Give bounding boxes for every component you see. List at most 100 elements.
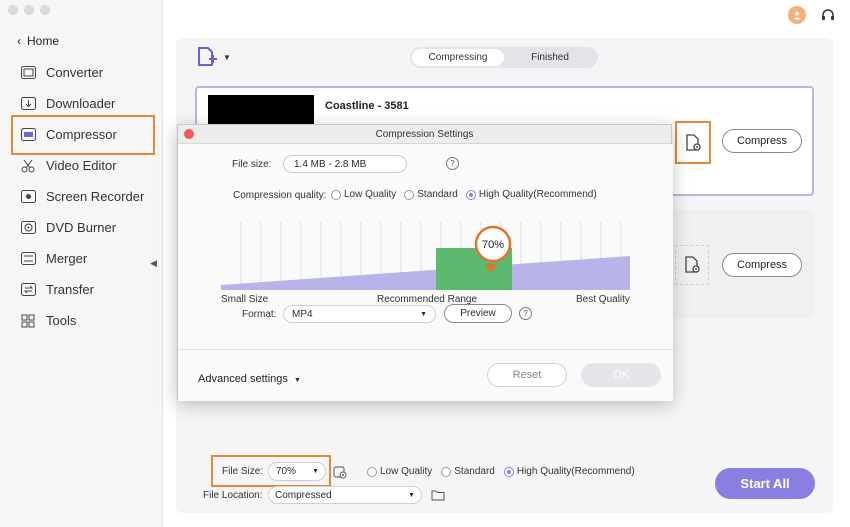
radio-circle — [331, 189, 341, 200]
tab-compressing[interactable]: Compressing — [412, 49, 504, 66]
file-size-label: File Size: — [222, 466, 264, 477]
file-location-value: Compressed — [275, 489, 332, 501]
file-location-label: File Location: — [203, 490, 263, 501]
format-label: Format: — [242, 309, 277, 320]
compression-settings-button[interactable] — [675, 121, 711, 164]
add-file-icon — [198, 47, 217, 66]
bottom-quality-options: Low Quality Standard High Quality(Recomm… — [367, 466, 635, 477]
chevron-left-icon: ‹ — [17, 34, 21, 48]
chevron-down-icon: ▼ — [312, 468, 319, 475]
add-file-button[interactable]: ▼ — [197, 47, 231, 67]
small-size-label: Small Size — [221, 294, 269, 305]
radio-high-quality[interactable]: High Quality(Recommend) — [503, 466, 635, 477]
scissors-icon — [20, 158, 36, 174]
settings-file-icon — [685, 256, 700, 273]
radio-circle — [404, 189, 415, 200]
radio-label: Standard — [454, 466, 495, 477]
dialog-titlebar: Compression Settings — [178, 125, 671, 144]
compress-button[interactable]: Compress — [722, 129, 802, 153]
zoom-window-button[interactable] — [40, 5, 50, 15]
collapse-sidebar-icon[interactable]: ◀ — [150, 258, 157, 269]
radio-low-quality[interactable]: Low Quality — [367, 466, 432, 477]
dialog-body: File size: 1.4 MB - 2.8 MB ? Compression… — [178, 144, 673, 401]
home-link[interactable]: ‹ Home — [17, 34, 59, 48]
close-window-button[interactable] — [8, 5, 18, 15]
file-name: Coastline - 3581 — [325, 100, 409, 112]
radio-standard[interactable]: Standard — [404, 189, 458, 200]
tab-finished[interactable]: Finished — [504, 49, 596, 66]
sidebar: ‹ Home Converter Downloader Compressor V… — [0, 0, 163, 527]
quality-slider[interactable]: 70% — [221, 222, 630, 290]
file-size-label: File size: — [232, 159, 272, 170]
radio-circle — [503, 466, 514, 477]
downloader-icon — [20, 96, 36, 112]
format-value: MP4 — [292, 308, 313, 320]
settings-file-icon — [686, 133, 701, 151]
sidebar-item-converter[interactable]: Converter — [0, 57, 163, 88]
highlight-frame — [11, 115, 155, 155]
sidebar-item-compressor[interactable]: Compressor — [0, 115, 163, 155]
quality-options: Low Quality Standard High Quality(Recomm… — [331, 189, 597, 200]
compress-button[interactable]: Compress — [722, 253, 802, 277]
window-controls — [8, 5, 50, 15]
dvd-icon — [20, 220, 36, 236]
radio-standard[interactable]: Standard — [441, 466, 495, 477]
sidebar-item-merger[interactable]: Merger — [0, 243, 163, 274]
chevron-down-icon: ▼ — [293, 377, 301, 384]
sidebar-item-transfer[interactable]: Transfer — [0, 274, 163, 305]
sidebar-item-label: Downloader — [46, 96, 116, 111]
radio-circle — [441, 466, 452, 477]
chevron-down-icon: ▼ — [408, 491, 415, 499]
compression-settings-dialog: Compression Settings File size: 1.4 MB -… — [177, 124, 673, 401]
avatar[interactable] — [788, 6, 806, 24]
file-size-value: 70% — [276, 466, 297, 477]
ok-button[interactable]: OK — [581, 363, 661, 387]
radio-label: Low Quality — [380, 466, 433, 477]
folder-icon[interactable] — [431, 489, 445, 501]
compression-quality-label: Compression quality: — [233, 190, 327, 201]
file-size-select[interactable]: 70% ▼ — [268, 462, 326, 481]
minimize-window-button[interactable] — [24, 5, 34, 15]
transfer-icon — [20, 282, 36, 298]
file-size-field: 1.4 MB - 2.8 MB — [283, 155, 407, 173]
close-dialog-button[interactable] — [184, 129, 194, 139]
file-location-select[interactable]: Compressed ▼ — [268, 486, 422, 504]
tools-icon — [20, 313, 36, 329]
home-label: Home — [27, 34, 60, 48]
dialog-title: Compression Settings — [375, 128, 474, 140]
sidebar-item-screen-recorder[interactable]: Screen Recorder — [0, 181, 163, 212]
best-quality-label: Best Quality — [576, 294, 630, 305]
sidebar-item-dvd-burner[interactable]: DVD Burner — [0, 212, 163, 243]
radio-high-quality[interactable]: High Quality(Recommend) — [465, 189, 597, 200]
file-size-value: 1.4 MB - 2.8 MB — [294, 158, 367, 170]
sidebar-nav: Converter Downloader Compressor Video Ed… — [0, 57, 163, 336]
slider-value: 70% — [482, 239, 504, 251]
radio-label: Low Quality — [344, 189, 397, 200]
reset-button[interactable]: Reset — [487, 363, 567, 387]
sidebar-item-label: DVD Burner — [46, 220, 117, 235]
help-icon[interactable]: ? — [519, 307, 532, 320]
advanced-settings-toggle[interactable]: Advanced settings ▼ — [198, 373, 301, 385]
sidebar-item-tools[interactable]: Tools — [0, 305, 163, 336]
compression-settings-button[interactable] — [675, 245, 709, 285]
help-icon[interactable]: ? — [446, 157, 459, 170]
dialog-divider — [178, 349, 673, 350]
preview-button[interactable]: Preview — [444, 304, 512, 323]
top-right-controls — [788, 6, 836, 24]
radio-label: Standard — [417, 189, 458, 200]
settings-gear-icon[interactable] — [333, 465, 347, 479]
chevron-down-icon: ▼ — [420, 310, 427, 318]
user-icon — [793, 11, 801, 20]
radio-label: High Quality(Recommend) — [516, 466, 635, 477]
radio-low-quality[interactable]: Low Quality — [331, 189, 396, 200]
sidebar-item-label: Screen Recorder — [46, 189, 145, 204]
headset-icon[interactable] — [820, 7, 836, 23]
sidebar-item-label: Converter — [46, 65, 104, 80]
sidebar-item-label: Video Editor — [46, 158, 117, 173]
start-all-button[interactable]: Start All — [715, 468, 815, 499]
format-select[interactable]: MP4 ▼ — [283, 305, 436, 323]
sidebar-item-label: Transfer — [46, 282, 94, 297]
advanced-settings-label: Advanced settings — [198, 373, 288, 385]
status-tabs: Compressing Finished — [410, 47, 598, 68]
sidebar-item-label: Merger — [46, 251, 88, 266]
